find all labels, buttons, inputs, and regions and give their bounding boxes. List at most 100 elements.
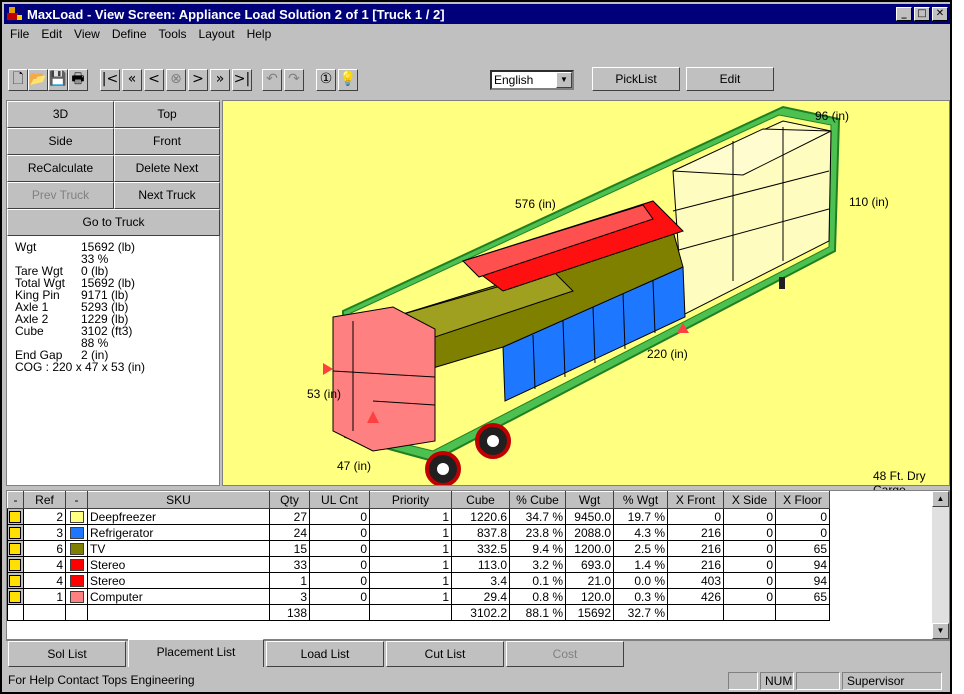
x-floor-cell[interactable]: 65 bbox=[775, 588, 830, 605]
col-header[interactable]: Wgt bbox=[565, 491, 614, 509]
minimize-button[interactable]: _ bbox=[896, 7, 912, 21]
table-row[interactable]: 4 Stereo 33 0 1 113.0 3.2 % 693.0 1.4 % 216 0 94 bbox=[7, 556, 830, 573]
col-header[interactable]: SKU bbox=[87, 491, 270, 509]
redo-icon[interactable]: ↷ bbox=[284, 69, 304, 91]
stop-icon[interactable]: ⊗ bbox=[166, 69, 186, 91]
pct-cube-cell[interactable]: 0.1 % bbox=[509, 572, 566, 589]
wgt-cell[interactable]: 2088.0 bbox=[565, 524, 614, 541]
qty-cell[interactable]: 33 bbox=[269, 556, 310, 573]
sku-cell[interactable]: Stereo bbox=[87, 556, 270, 573]
menu-file[interactable]: File bbox=[10, 27, 29, 41]
cube-cell[interactable]: 332.5 bbox=[451, 540, 510, 557]
pct-wgt-cell[interactable]: 19.7 % bbox=[613, 508, 668, 525]
row-marker-icon[interactable] bbox=[7, 572, 24, 589]
row-marker-icon[interactable] bbox=[7, 540, 24, 557]
qty-cell[interactable]: 24 bbox=[269, 524, 310, 541]
menu-define[interactable]: Define bbox=[112, 27, 147, 41]
ref-cell[interactable]: 6 bbox=[23, 540, 66, 557]
ul-cnt-cell[interactable]: 0 bbox=[309, 524, 370, 541]
col-header[interactable]: X Side bbox=[723, 491, 776, 509]
pct-cube-cell[interactable]: 3.2 % bbox=[509, 556, 566, 573]
col-header[interactable]: Priority bbox=[369, 491, 452, 509]
ref-cell[interactable]: 3 bbox=[23, 524, 66, 541]
color-swatch[interactable] bbox=[65, 556, 88, 573]
pct-wgt-cell[interactable]: 0.3 % bbox=[613, 588, 668, 605]
first-record-icon[interactable]: |< bbox=[100, 69, 120, 91]
color-swatch[interactable] bbox=[65, 524, 88, 541]
table-row[interactable]: 3 Refrigerator 24 0 1 837.8 23.8 % 2088.0 4.3 % 2… bbox=[7, 524, 830, 541]
edit-button[interactable]: Edit bbox=[686, 67, 774, 91]
ul-cnt-cell[interactable]: 0 bbox=[309, 540, 370, 557]
x-front-cell[interactable]: 216 bbox=[667, 524, 724, 541]
info-icon[interactable]: ① bbox=[316, 69, 336, 91]
tab-cut-list[interactable]: Cut List bbox=[386, 641, 504, 667]
col-header[interactable]: X Front bbox=[667, 491, 724, 509]
fast-forward-icon[interactable]: » bbox=[210, 69, 230, 91]
cube-cell[interactable]: 1220.6 bbox=[451, 508, 510, 525]
qty-cell[interactable]: 15 bbox=[269, 540, 310, 557]
ref-cell[interactable]: 4 bbox=[23, 556, 66, 573]
menu-tools[interactable]: Tools bbox=[159, 27, 187, 41]
sku-cell[interactable]: Stereo bbox=[87, 572, 270, 589]
new-file-icon[interactable]: 🗋 bbox=[8, 69, 28, 91]
cube-cell[interactable]: 837.8 bbox=[451, 524, 510, 541]
pct-wgt-cell[interactable]: 1.4 % bbox=[613, 556, 668, 573]
col-header[interactable]: % Wgt bbox=[613, 491, 668, 509]
delete-next-button[interactable]: Delete Next bbox=[114, 155, 220, 182]
sku-cell[interactable]: Deepfreezer bbox=[87, 508, 270, 525]
wgt-cell[interactable]: 693.0 bbox=[565, 556, 614, 573]
col-header[interactable]: Ref bbox=[23, 491, 66, 509]
tab-cost[interactable]: Cost bbox=[506, 641, 624, 667]
sku-cell[interactable]: Refrigerator bbox=[87, 524, 270, 541]
ref-cell[interactable]: 4 bbox=[23, 572, 66, 589]
lightbulb-icon[interactable]: 💡 bbox=[338, 69, 358, 91]
row-marker-icon[interactable] bbox=[7, 508, 24, 525]
go-to-truck-button[interactable]: Go to Truck bbox=[7, 209, 220, 236]
x-floor-cell[interactable]: 0 bbox=[775, 508, 830, 525]
x-front-cell[interactable]: 426 bbox=[667, 588, 724, 605]
next-icon[interactable]: > bbox=[188, 69, 208, 91]
col-header[interactable]: Qty bbox=[269, 491, 310, 509]
x-side-cell[interactable]: 0 bbox=[723, 524, 776, 541]
view-top-button[interactable]: Top bbox=[114, 101, 220, 128]
next-truck-button[interactable]: Next Truck bbox=[114, 182, 220, 209]
pct-cube-cell[interactable]: 9.4 % bbox=[509, 540, 566, 557]
priority-cell[interactable]: 1 bbox=[369, 508, 452, 525]
save-disk-icon[interactable]: 💾 bbox=[48, 69, 68, 91]
x-side-cell[interactable]: 0 bbox=[723, 508, 776, 525]
picklist-button[interactable]: PickList bbox=[592, 67, 680, 91]
col-header[interactable]: UL Cnt bbox=[309, 491, 370, 509]
menu-help[interactable]: Help bbox=[247, 27, 272, 41]
pct-cube-cell[interactable]: 34.7 % bbox=[509, 508, 566, 525]
qty-cell[interactable]: 1 bbox=[269, 572, 310, 589]
view-side-button[interactable]: Side bbox=[7, 128, 114, 155]
ref-cell[interactable]: 1 bbox=[23, 588, 66, 605]
table-row[interactable]: 2 Deepfreezer 27 0 1 1220.6 34.7 % 9450.0 19.7 %… bbox=[7, 508, 830, 525]
priority-cell[interactable]: 1 bbox=[369, 524, 452, 541]
table-row[interactable]: 1 Computer 3 0 1 29.4 0.8 % 120.0 0.3 % 426 0 65 bbox=[7, 588, 830, 605]
col-header[interactable]: X Floor bbox=[775, 491, 830, 509]
ul-cnt-cell[interactable]: 0 bbox=[309, 556, 370, 573]
color-swatch[interactable] bbox=[65, 508, 88, 525]
priority-cell[interactable]: 1 bbox=[369, 540, 452, 557]
wgt-cell[interactable]: 1200.0 bbox=[565, 540, 614, 557]
x-floor-cell[interactable]: 0 bbox=[775, 524, 830, 541]
wgt-cell[interactable]: 120.0 bbox=[565, 588, 614, 605]
close-button[interactable]: ✕ bbox=[932, 7, 948, 21]
scroll-down-icon[interactable]: ▼ bbox=[932, 623, 949, 639]
menu-edit[interactable]: Edit bbox=[41, 27, 62, 41]
ref-cell[interactable]: 2 bbox=[23, 508, 66, 525]
maxload-app-icon[interactable] bbox=[7, 7, 23, 21]
scroll-up-icon[interactable]: ▲ bbox=[932, 491, 949, 507]
view-3d-button[interactable]: 3D bbox=[7, 101, 114, 128]
last-record-icon[interactable]: >| bbox=[232, 69, 252, 91]
color-swatch[interactable] bbox=[65, 588, 88, 605]
vertical-scrollbar[interactable]: ▲ ▼ bbox=[932, 491, 949, 639]
row-marker-icon[interactable] bbox=[7, 524, 24, 541]
x-side-cell[interactable]: 0 bbox=[723, 572, 776, 589]
pct-cube-cell[interactable]: 0.8 % bbox=[509, 588, 566, 605]
view-front-button[interactable]: Front bbox=[114, 128, 220, 155]
pct-cube-cell[interactable]: 23.8 % bbox=[509, 524, 566, 541]
undo-icon[interactable]: ↶ bbox=[262, 69, 282, 91]
priority-cell[interactable]: 1 bbox=[369, 556, 452, 573]
